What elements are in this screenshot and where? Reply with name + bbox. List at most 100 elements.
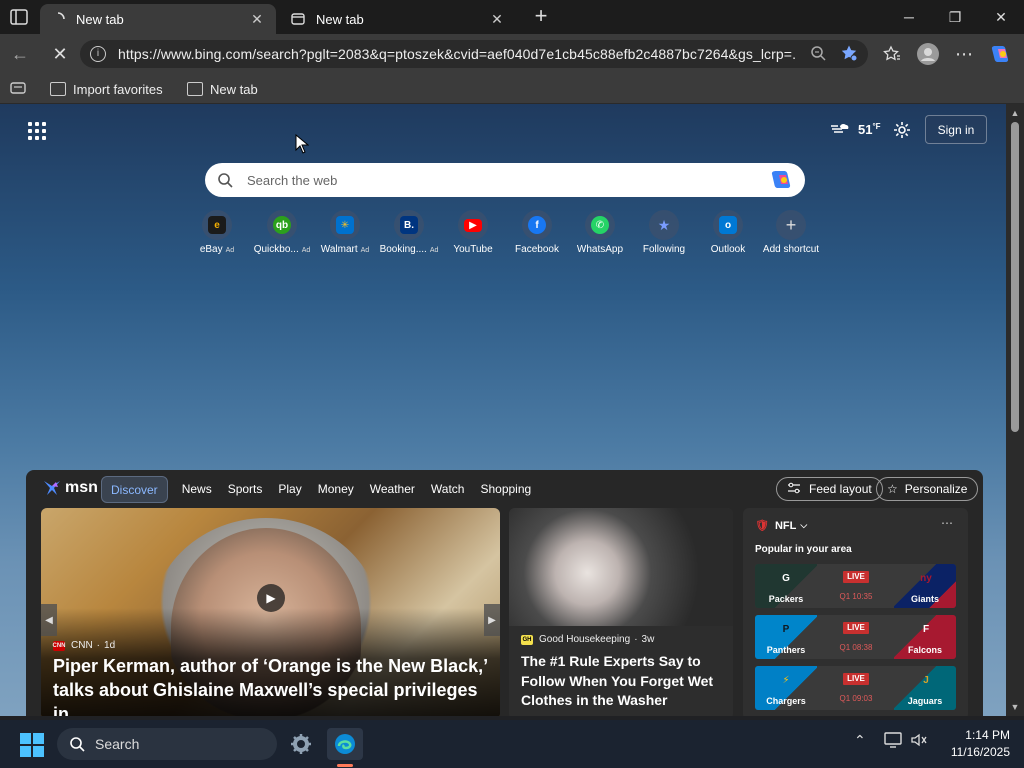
- close-tab-icon[interactable]: ✕: [248, 10, 266, 28]
- page-settings-gear-icon[interactable]: [892, 120, 912, 145]
- headline-line: talks about Ghislaine Maxwell’s special …: [53, 680, 478, 716]
- restore-button[interactable]: ❐: [932, 4, 978, 30]
- search-icon: [69, 736, 85, 752]
- msn-logo-text: msn: [65, 479, 98, 496]
- favorites-icon[interactable]: [880, 42, 904, 66]
- site-info-icon[interactable]: i: [90, 46, 106, 62]
- close-tab-icon[interactable]: ✕: [488, 10, 506, 28]
- feed-nav: Discover News Sports Play Money Weather …: [101, 476, 539, 503]
- weather-widget[interactable]: 51 °F: [830, 120, 881, 139]
- play-video-icon[interactable]: ▶: [257, 584, 285, 612]
- import-favorites-label: Import favorites: [73, 81, 163, 97]
- more-options-icon[interactable]: ⋯: [941, 516, 953, 530]
- headline-line: Follow When You Forget Wet: [521, 672, 714, 689]
- taskbar: Search ⌃ 1:14 PM 11/16/2025: [0, 720, 1024, 768]
- hero-news-card[interactable]: ▶ ◀ ▶ CNN CNN · 1d Piper Kerman, author …: [41, 508, 500, 716]
- card-source: GH Good Housekeeping · 3w: [521, 634, 655, 645]
- newtab-page-icon: [187, 82, 203, 96]
- live-badge: LIVE: [843, 673, 869, 685]
- search-placeholder: Search the web: [247, 172, 338, 188]
- address-bar[interactable]: i https://www.bing.com/search?pglt=2083&…: [80, 40, 868, 68]
- profile-avatar-icon[interactable]: [916, 42, 940, 66]
- tab-new-tab-1[interactable]: New tab ✕: [40, 4, 276, 34]
- walmart-icon: ✳: [330, 210, 360, 240]
- weather-cloud-icon: [830, 120, 850, 139]
- volume-muted-icon[interactable]: [910, 732, 928, 751]
- following-icon: ★: [649, 210, 679, 240]
- windows-start-icon[interactable]: [20, 733, 44, 757]
- news-card[interactable]: GH Good Housekeeping · 3w The #1 Rule Ex…: [509, 508, 733, 716]
- favorite-star-icon[interactable]: [840, 44, 858, 65]
- scrollbar-thumb[interactable]: [1011, 122, 1019, 432]
- search-icon: [217, 172, 233, 188]
- sign-in-button[interactable]: Sign in: [925, 115, 987, 144]
- hero-headline[interactable]: Piper Kerman, author of ‘Orange is the N…: [53, 654, 493, 716]
- ad-label: Ad: [429, 247, 439, 254]
- minimize-button[interactable]: ─: [886, 4, 932, 30]
- next-arrow-icon[interactable]: ▶: [484, 604, 500, 636]
- system-clock[interactable]: 1:14 PM 11/16/2025: [930, 727, 1010, 761]
- shortcut-youtube[interactable]: ▶ YouTube: [443, 210, 503, 255]
- copilot-icon[interactable]: [769, 168, 793, 192]
- tab-sports[interactable]: Sports: [220, 476, 271, 503]
- shortcut-facebook[interactable]: f Facebook: [507, 210, 567, 255]
- settings-app-icon[interactable]: [283, 728, 319, 760]
- zoom-icon[interactable]: [810, 45, 826, 64]
- shortcut-following[interactable]: ★ Following: [634, 210, 694, 255]
- shortcut-add[interactable]: + Add shortcut: [761, 210, 821, 255]
- tab-watch[interactable]: Watch: [423, 476, 473, 503]
- game-row[interactable]: P F Panthers Falcons LIVE Q1 08:38: [755, 615, 956, 659]
- stop-loading-icon[interactable]: ✕: [48, 42, 72, 66]
- shortcut-walmart[interactable]: ✳ Walmart Ad: [315, 210, 375, 255]
- more-menu-icon[interactable]: ⋯: [952, 42, 976, 66]
- scroll-up-arrow-icon[interactable]: ▲: [1010, 108, 1020, 118]
- web-search-box[interactable]: Search the web: [205, 163, 805, 197]
- copilot-icon[interactable]: [988, 42, 1012, 66]
- falcons-logo-icon: F: [922, 624, 930, 635]
- shortcut-outlook[interactable]: o Outlook: [698, 210, 758, 255]
- page-scrollbar[interactable]: ▲ ▼: [1006, 104, 1024, 716]
- temperature-value: 51: [858, 122, 873, 137]
- feed-layout-button[interactable]: Feed layout: [776, 477, 883, 501]
- edge-app-icon[interactable]: [327, 728, 363, 760]
- browser-toolbar: ← ✕ i https://www.bing.com/search?pglt=2…: [0, 34, 1024, 74]
- tab-new-tab-2[interactable]: New tab ✕: [280, 4, 516, 34]
- facebook-icon: f: [522, 210, 552, 240]
- shortcut-label: Following: [642, 244, 686, 255]
- personalize-button[interactable]: ☆ Personalize: [876, 477, 979, 501]
- collections-icon[interactable]: [10, 81, 26, 98]
- tab-discover[interactable]: Discover: [101, 476, 168, 503]
- game-row[interactable]: G ny Packers Giants LIVE Q1 10:35: [755, 564, 956, 608]
- folder-icon: [50, 82, 66, 96]
- shortcut-label: Booking....: [379, 244, 427, 255]
- taskbar-search[interactable]: Search: [57, 728, 277, 760]
- new-tab-button[interactable]: +: [530, 5, 552, 28]
- shortcut-whatsapp[interactable]: ✆ WhatsApp: [570, 210, 630, 255]
- display-icon[interactable]: [884, 732, 902, 751]
- nfl-header[interactable]: 🛡 NFL ⌵: [755, 519, 807, 533]
- tab-play[interactable]: Play: [270, 476, 309, 503]
- card-headline[interactable]: The #1 Rule Experts Say to Follow When Y…: [521, 652, 731, 711]
- msn-logo[interactable]: msn: [42, 479, 98, 497]
- tab-actions-icon[interactable]: [8, 7, 30, 27]
- loading-icon: [50, 11, 66, 27]
- close-window-button[interactable]: ✕: [978, 4, 1024, 30]
- tab-money[interactable]: Money: [310, 476, 362, 503]
- nfl-subtitle: Popular in your area: [755, 544, 852, 555]
- scroll-down-arrow-icon[interactable]: ▼: [1010, 702, 1020, 712]
- tab-news[interactable]: News: [174, 476, 220, 503]
- chevron-up-icon[interactable]: ⌃: [854, 732, 866, 749]
- tab-shopping[interactable]: Shopping: [472, 476, 539, 503]
- shortcut-booking[interactable]: B. Booking.... Ad: [379, 210, 439, 255]
- home-team: Panthers: [766, 645, 806, 655]
- app-launcher-icon[interactable]: [28, 122, 46, 140]
- newtab-favorite-link[interactable]: New tab: [187, 80, 258, 98]
- previous-arrow-icon[interactable]: ◀: [41, 604, 57, 636]
- back-arrow-icon[interactable]: ←: [8, 42, 32, 66]
- game-row[interactable]: ⚡ J Chargers Jaguars LIVE Q1 09:03: [755, 666, 956, 710]
- shortcut-quickbooks[interactable]: qb Quickbo... Ad: [252, 210, 312, 255]
- import-favorites-link[interactable]: Import favorites: [50, 80, 163, 98]
- away-team: Jaguars: [907, 696, 943, 706]
- shortcut-ebay[interactable]: e eBay Ad: [187, 210, 247, 255]
- tab-weather[interactable]: Weather: [362, 476, 423, 503]
